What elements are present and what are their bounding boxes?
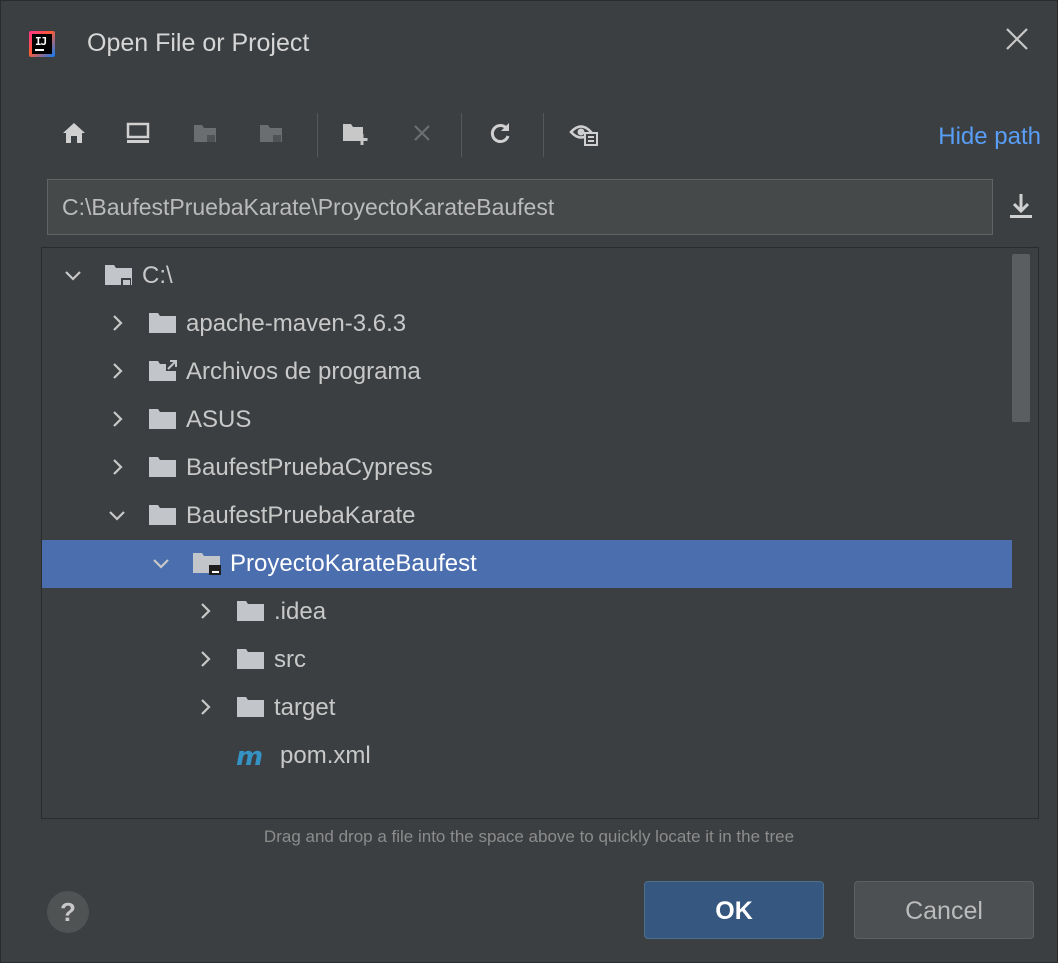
module-directory-button <box>255 116 289 150</box>
home-button[interactable] <box>57 116 91 150</box>
refresh-button[interactable] <box>483 116 517 150</box>
show-hidden-icon <box>569 125 598 146</box>
toolbar-separator <box>461 113 462 157</box>
refresh-icon <box>490 123 510 143</box>
maven-file-icon: m <box>236 743 263 769</box>
chevron-down-icon[interactable] <box>106 504 128 526</box>
ok-button[interactable]: OK <box>644 881 824 939</box>
delete-icon <box>414 125 430 141</box>
folder-link-icon <box>149 359 178 381</box>
tree-row-selected[interactable]: ProyectoKarateBaufest <box>42 540 1012 588</box>
hide-path-link[interactable]: Hide path <box>938 123 1041 151</box>
tree-row[interactable]: C:\ <box>42 252 1012 300</box>
desktop-button[interactable] <box>121 116 155 150</box>
path-field[interactable] <box>47 179 993 235</box>
drive-folder-icon <box>105 265 132 286</box>
dialog-title: Open File or Project <box>87 29 310 57</box>
tree-item-label: .idea <box>274 598 327 625</box>
chevron-right-icon[interactable] <box>194 600 216 622</box>
toolbar-separator <box>543 113 544 157</box>
folder-icon <box>149 313 176 333</box>
tree-row[interactable]: target <box>42 684 1012 732</box>
tree-item-label: BaufestPruebaKarate <box>186 502 416 529</box>
show-hidden-files-button[interactable] <box>567 116 601 150</box>
folder-icon <box>237 601 264 621</box>
title-bar: IJ Open File or Project <box>1 1 1057 91</box>
folder-icon <box>237 649 264 669</box>
close-icon <box>1006 28 1028 50</box>
module-folder-icon <box>260 125 282 142</box>
chevron-right-icon[interactable] <box>106 408 128 430</box>
project-directory-button <box>189 116 223 150</box>
tree-item-label: src <box>274 646 306 673</box>
intellij-app-icon: IJ <box>29 31 55 57</box>
path-input[interactable] <box>48 180 992 234</box>
tree-row[interactable]: Archivos de programa <box>42 348 1012 396</box>
new-folder-button[interactable] <box>339 116 373 150</box>
tree-row[interactable]: ASUS <box>42 396 1012 444</box>
tree-item-label: apache-maven-3.6.3 <box>186 310 407 337</box>
chevron-right-icon[interactable] <box>106 312 128 334</box>
chevron-right-icon[interactable] <box>106 360 128 382</box>
folder-icon <box>149 409 176 429</box>
toolbar-separator <box>317 113 318 157</box>
project-folder-icon <box>194 125 216 142</box>
download-icon <box>1010 194 1032 218</box>
tree-row[interactable]: src <box>42 636 1012 684</box>
tree-item-label: pom.xml <box>280 742 371 769</box>
toolbar <box>49 111 1009 161</box>
new-folder-icon <box>343 124 368 145</box>
tree-item-label: target <box>274 694 336 721</box>
chevron-right-icon[interactable] <box>194 696 216 718</box>
tree-item-label: Archivos de programa <box>186 358 421 385</box>
svg-text:m: m <box>236 743 263 769</box>
file-tree[interactable]: C:\ apache-maven-3.6.3 Archivos de program… <box>41 247 1039 819</box>
delete-button <box>405 116 439 150</box>
chevron-down-icon[interactable] <box>62 264 84 286</box>
folder-icon <box>237 697 264 717</box>
open-file-dialog: IJ Open File or Project Hide path C:\Bau… <box>0 0 1058 963</box>
close-button[interactable] <box>999 25 1035 61</box>
download-button[interactable] <box>1004 189 1038 223</box>
folder-icon <box>149 457 176 477</box>
folder-icon <box>149 505 176 525</box>
desktop-icon <box>126 122 150 143</box>
tree-item-label: BaufestPruebaCypress <box>186 454 433 481</box>
tree-item-label: ProyectoKarateBaufest <box>230 550 477 577</box>
tree-scrollbar[interactable] <box>1012 254 1030 422</box>
help-button[interactable]: ? <box>47 891 89 933</box>
chevron-right-icon[interactable] <box>194 648 216 670</box>
project-folder-icon <box>193 553 221 575</box>
tree-item-label: C:\ <box>142 262 173 289</box>
chevron-down-icon[interactable] <box>150 552 172 574</box>
tree-row[interactable]: apache-maven-3.6.3 <box>42 300 1012 348</box>
chevron-right-icon[interactable] <box>106 456 128 478</box>
tree-row[interactable]: BaufestPruebaKarate <box>42 492 1012 540</box>
cancel-button[interactable]: Cancel <box>854 881 1034 939</box>
drag-drop-hint: Drag and drop a file into the space abov… <box>263 827 795 846</box>
tree-item-label: ASUS <box>186 406 252 433</box>
home-icon <box>63 123 85 143</box>
tree-row[interactable]: BaufestPruebaCypress <box>42 444 1012 492</box>
tree-row[interactable]: m pom.xml <box>42 732 1012 780</box>
tree-row[interactable]: .idea <box>42 588 1012 636</box>
